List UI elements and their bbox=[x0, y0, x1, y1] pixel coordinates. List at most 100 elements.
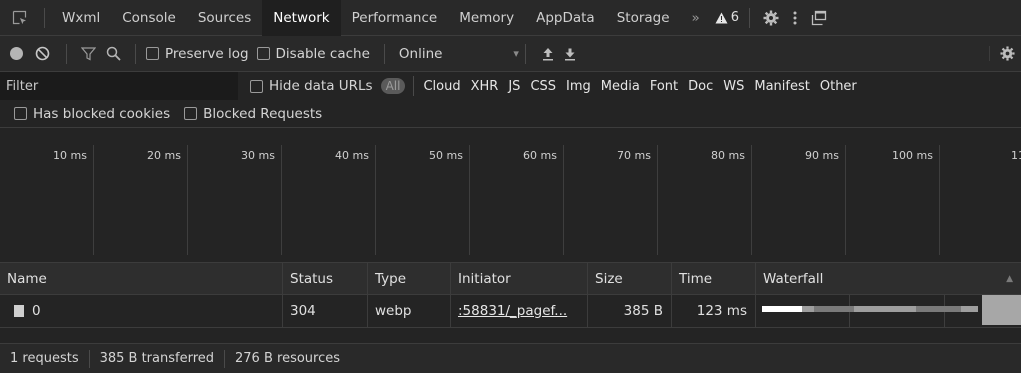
more-options-kebab-icon[interactable] bbox=[786, 0, 804, 36]
undock-icon[interactable] bbox=[804, 0, 831, 36]
overview-grid-column: 40 ms bbox=[282, 145, 376, 255]
checkbox-box[interactable] bbox=[256, 47, 270, 60]
filter-input[interactable] bbox=[0, 72, 238, 100]
tab-separator bbox=[44, 7, 45, 28]
overview-grid-column: 110 bbox=[940, 145, 1021, 255]
overview-tick-label: 40 ms bbox=[335, 149, 369, 162]
filter-type-img[interactable]: Img bbox=[561, 79, 596, 94]
initiator-link[interactable]: :58831/_pagef... bbox=[458, 303, 567, 319]
warnings-button[interactable]: 6 bbox=[711, 0, 743, 36]
request-count: 1 requests bbox=[10, 351, 79, 366]
image-file-icon bbox=[14, 305, 24, 317]
throttling-select[interactable]: Online ▾ bbox=[399, 46, 519, 62]
filter-type-xhr[interactable]: XHR bbox=[466, 79, 504, 94]
blocked-requests-checkbox[interactable]: Blocked Requests bbox=[184, 106, 322, 122]
column-header-name[interactable]: Name bbox=[0, 263, 283, 294]
inspect-element-icon[interactable] bbox=[0, 0, 38, 36]
blocked-filter-row: Has blocked cookies Blocked Requests bbox=[0, 100, 1021, 128]
resources-size: 276 B resources bbox=[235, 351, 341, 366]
network-status-bar: 1 requests 385 B transferred 276 B resou… bbox=[0, 343, 1021, 373]
requests-table-header: Name Status Type Initiator Size Time Wat… bbox=[0, 262, 1021, 295]
overview-grid-column: 50 ms bbox=[376, 145, 470, 255]
overview-tick-label: 50 ms bbox=[429, 149, 463, 162]
filter-type-ws[interactable]: WS bbox=[718, 79, 749, 94]
request-initiator-cell[interactable]: :58831/_pagef... bbox=[451, 295, 588, 327]
filter-type-doc[interactable]: Doc bbox=[683, 79, 718, 94]
overview-tick-label: 100 ms bbox=[892, 149, 933, 162]
filter-type-all[interactable]: All bbox=[380, 78, 406, 94]
tab-console[interactable]: Console bbox=[111, 0, 187, 36]
waterfall-scroll-thumb[interactable] bbox=[982, 295, 1021, 325]
network-settings-gear-icon[interactable] bbox=[989, 46, 1015, 61]
filter-separator bbox=[413, 76, 415, 96]
import-har-icon[interactable] bbox=[542, 47, 554, 61]
disable-cache-label: Disable cache bbox=[275, 45, 370, 62]
request-status-cell: 304 bbox=[283, 295, 368, 327]
chevron-down-icon: ▾ bbox=[513, 47, 519, 60]
tab-appdata[interactable]: AppData bbox=[525, 0, 606, 36]
search-icon[interactable] bbox=[106, 46, 121, 61]
tab-memory[interactable]: Memory bbox=[448, 0, 525, 36]
tab-network[interactable]: Network bbox=[262, 0, 341, 36]
request-name: 0 bbox=[32, 303, 41, 319]
overview-grid-column: 20 ms bbox=[94, 145, 188, 255]
tab-wxml[interactable]: Wxml bbox=[51, 0, 111, 36]
more-tabs-button[interactable]: » bbox=[681, 0, 711, 36]
column-header-type[interactable]: Type bbox=[368, 263, 451, 294]
overview-tick-label: 10 ms bbox=[53, 149, 87, 162]
hide-data-urls-label: Hide data URLs bbox=[269, 78, 373, 94]
warning-count: 6 bbox=[730, 10, 740, 25]
tab-performance[interactable]: Performance bbox=[341, 0, 449, 36]
resource-type-filters: Cloud XHR JS CSS Img Media Font Doc WS Manifest Ot… bbox=[418, 79, 861, 94]
overview-grid-column: 80 ms bbox=[658, 145, 752, 255]
filter-type-css[interactable]: CSS bbox=[525, 79, 561, 94]
checkbox-box[interactable] bbox=[250, 79, 263, 93]
overview-tick-label: 70 ms bbox=[617, 149, 651, 162]
toolbar-separator bbox=[135, 43, 136, 64]
overview-tick-label: 60 ms bbox=[523, 149, 557, 162]
filter-funnel-icon[interactable] bbox=[81, 46, 96, 61]
settings-gear-icon[interactable] bbox=[756, 0, 786, 36]
table-empty-area bbox=[0, 328, 1021, 343]
overview-tick-label: 30 ms bbox=[241, 149, 275, 162]
request-waterfall-cell[interactable] bbox=[756, 295, 1021, 327]
overview-grid-column: 10 ms bbox=[0, 145, 94, 255]
filter-type-cloud[interactable]: Cloud bbox=[418, 79, 465, 94]
disable-cache-checkbox[interactable]: Disable cache bbox=[256, 45, 370, 62]
tab-sources[interactable]: Sources bbox=[187, 0, 262, 36]
filter-type-font[interactable]: Font bbox=[645, 79, 683, 94]
filter-type-media[interactable]: Media bbox=[596, 79, 645, 94]
request-time-cell: 123 ms bbox=[672, 295, 756, 327]
clear-icon[interactable] bbox=[35, 46, 50, 61]
checkbox-box[interactable] bbox=[14, 107, 27, 120]
overview-tick-label: 80 ms bbox=[711, 149, 745, 162]
waterfall-waiting-bar bbox=[762, 306, 802, 312]
waterfall-bar-segment bbox=[814, 306, 854, 312]
filter-type-other[interactable]: Other bbox=[815, 79, 862, 94]
preserve-log-checkbox[interactable]: Preserve log bbox=[146, 46, 249, 62]
checkbox-box[interactable] bbox=[146, 47, 159, 60]
filter-bar: Hide data URLs All CloudXHRJSCSSImgMedia… bbox=[0, 72, 1021, 100]
column-header-waterfall[interactable]: Waterfall ▲ bbox=[756, 263, 1021, 294]
column-header-status[interactable]: Status bbox=[283, 263, 368, 294]
tab-storage[interactable]: Storage bbox=[606, 0, 681, 36]
overview-tick-label: 20 ms bbox=[147, 149, 181, 162]
column-header-initiator[interactable]: Initiator bbox=[451, 263, 588, 294]
filter-type-js[interactable]: JS bbox=[503, 79, 525, 94]
has-blocked-cookies-label: Has blocked cookies bbox=[33, 105, 171, 122]
request-name-cell[interactable]: 0 bbox=[0, 295, 283, 327]
overview-grid-column: 60 ms bbox=[470, 145, 564, 255]
column-header-size[interactable]: Size bbox=[588, 263, 672, 294]
record-icon[interactable] bbox=[10, 47, 23, 60]
overview-grid-column: 70 ms bbox=[564, 145, 658, 255]
column-header-time[interactable]: Time bbox=[672, 263, 756, 294]
hide-data-urls-checkbox[interactable]: Hide data URLs bbox=[250, 78, 373, 94]
blocked-requests-label: Blocked Requests bbox=[203, 105, 323, 122]
filter-type-manifest[interactable]: Manifest bbox=[749, 79, 814, 94]
request-type-cell: webp bbox=[368, 295, 451, 327]
has-blocked-cookies-checkbox[interactable]: Has blocked cookies bbox=[14, 106, 170, 122]
table-row[interactable]: 0 304 webp :58831/_pagef... 385 B 123 ms bbox=[0, 295, 1021, 328]
checkbox-box[interactable] bbox=[184, 107, 198, 120]
network-overview-timeline[interactable]: 10 ms 20 ms 30 ms 40 ms 50 ms 60 ms 70 ms 80 ms… bbox=[0, 145, 1021, 255]
export-har-icon[interactable] bbox=[564, 47, 576, 61]
